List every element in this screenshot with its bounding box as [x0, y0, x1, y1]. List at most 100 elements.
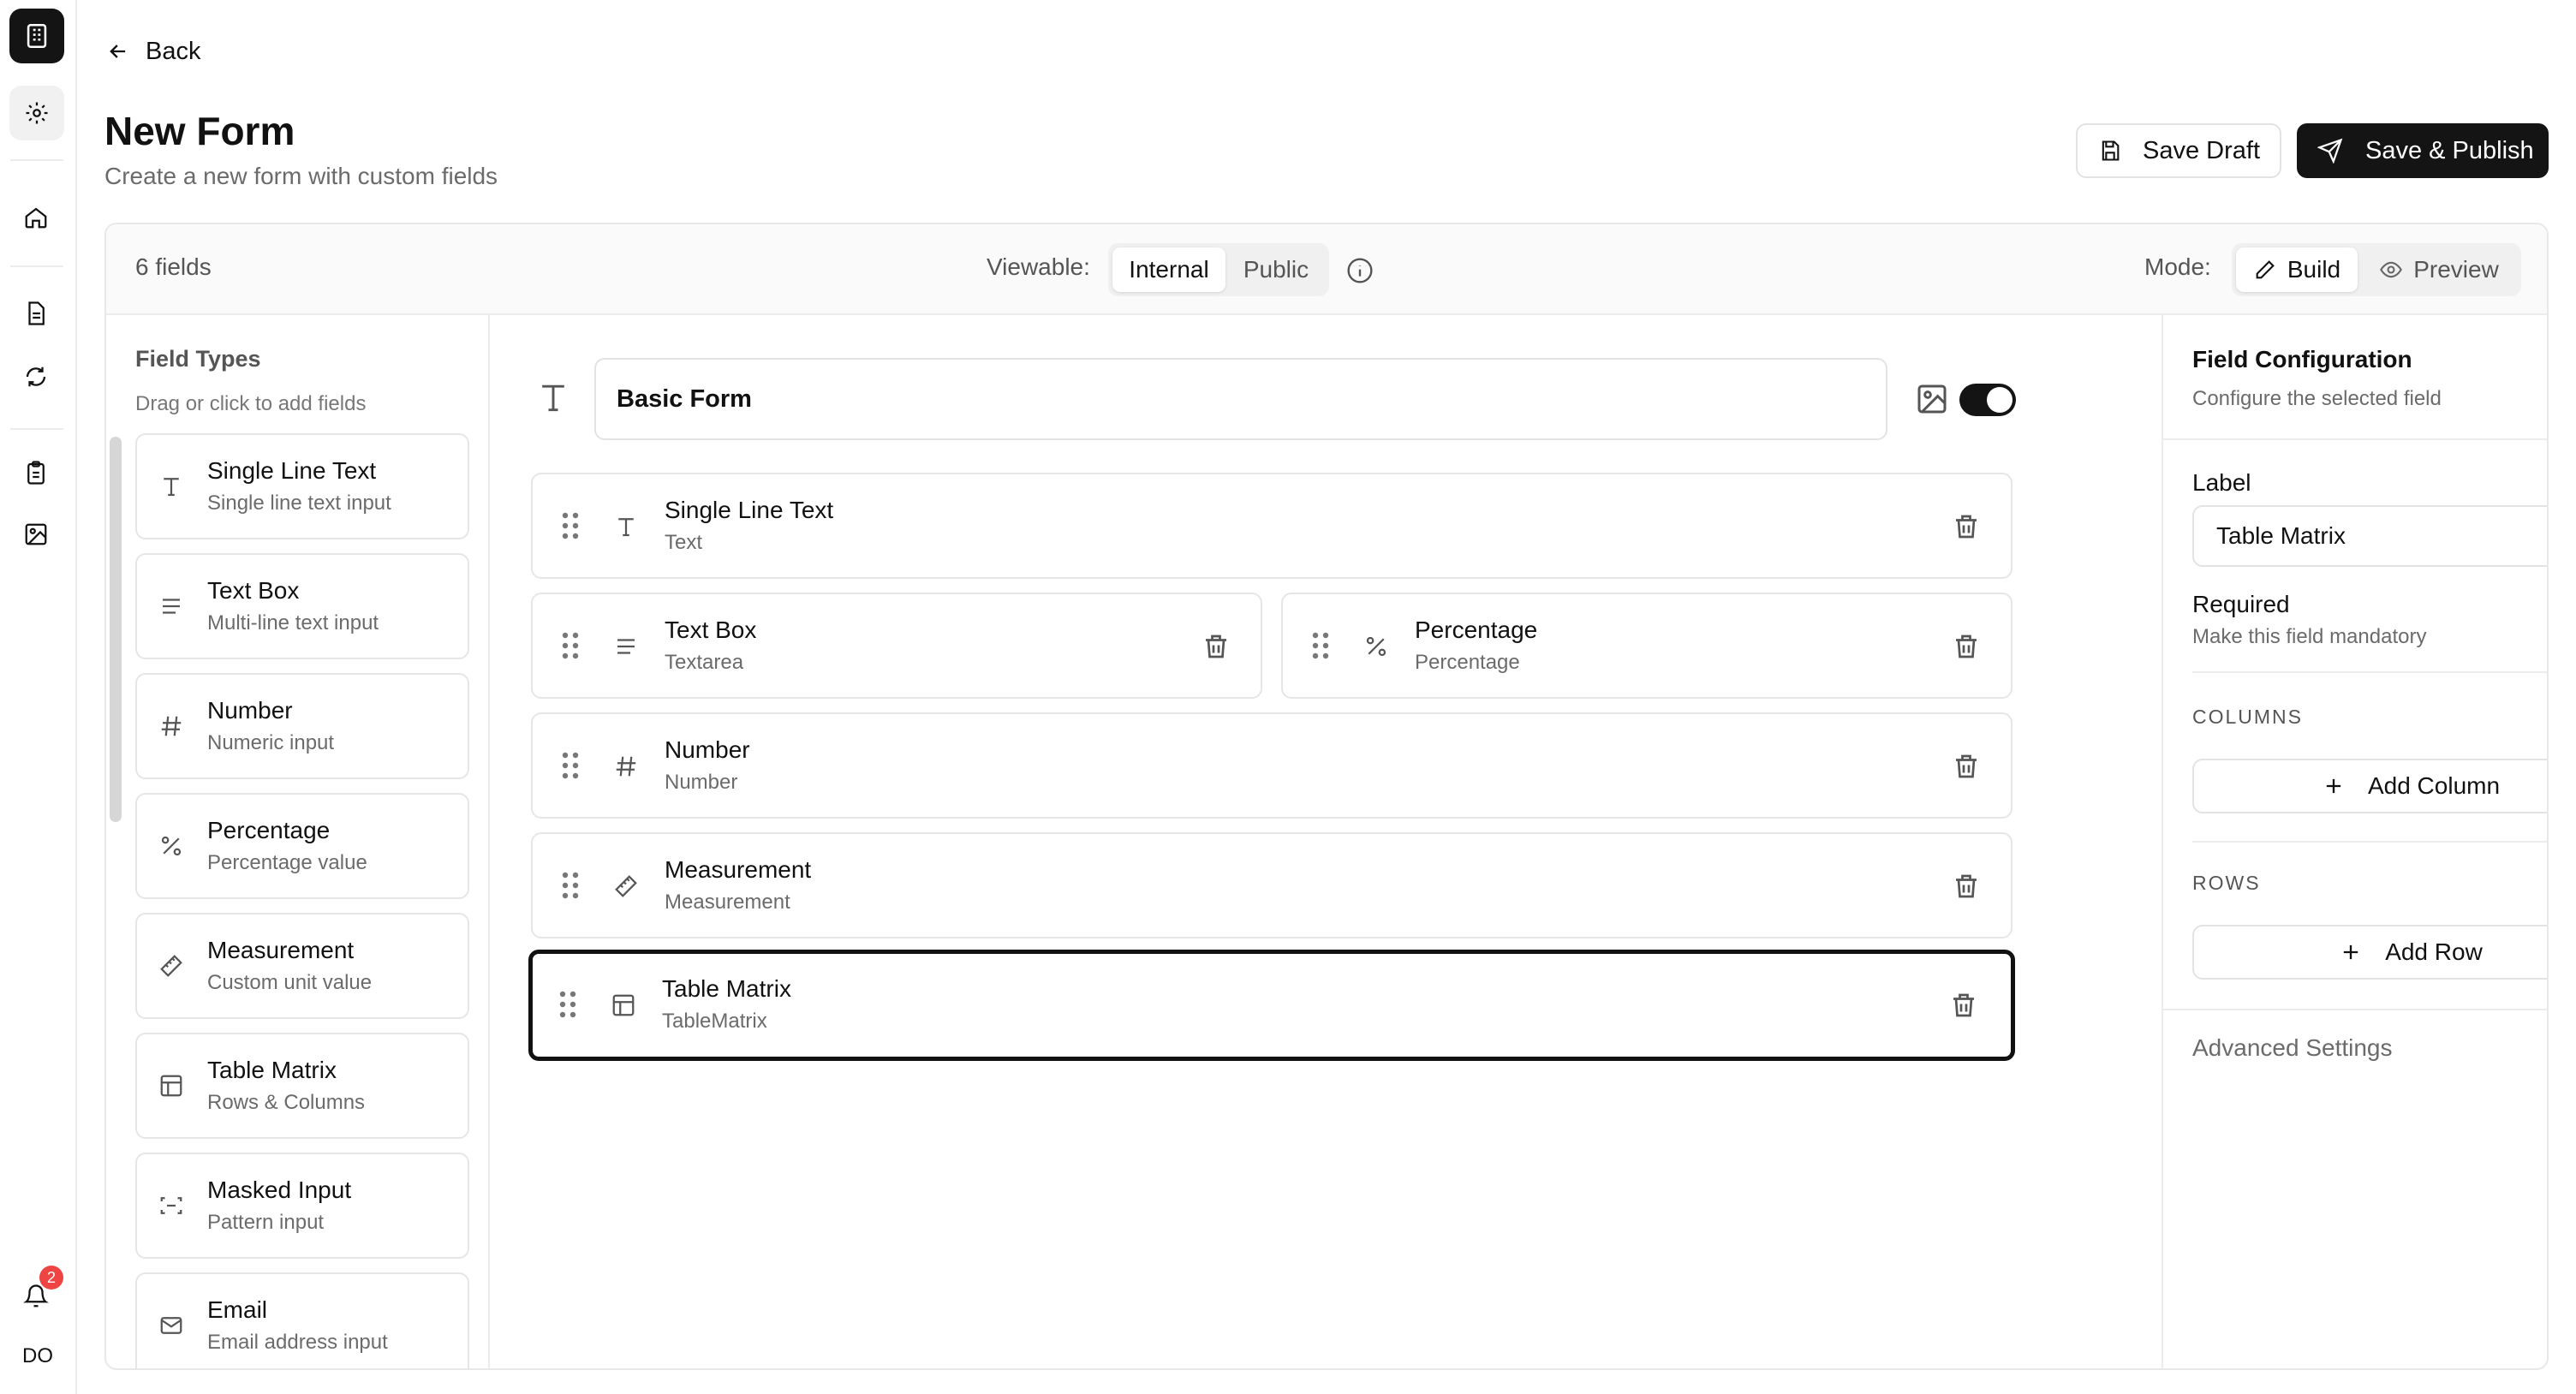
home-icon[interactable]: [19, 200, 53, 235]
field-type-desc: Numeric input: [207, 731, 335, 754]
form-title-input[interactable]: Basic Form: [594, 358, 1887, 440]
app-logo-button[interactable]: [9, 9, 64, 63]
form-field-measurement[interactable]: Measurement Measurement: [531, 832, 2012, 938]
field-type-email[interactable]: Email Email address input: [135, 1272, 469, 1368]
mode-build-label: Build: [2287, 256, 2341, 283]
label-input[interactable]: Table Matrix: [2192, 505, 2547, 567]
back-link[interactable]: Back: [106, 33, 200, 70]
percent-icon: [1360, 630, 1392, 663]
drag-handle-icon[interactable]: [562, 632, 579, 659]
text-icon: [156, 471, 187, 502]
rows-heading: ROWS: [2192, 872, 2261, 894]
field-types-scrollbar[interactable]: [110, 437, 122, 822]
add-row-label: Add Row: [2385, 938, 2483, 965]
field-config-panel: Field Configuration Configure the select…: [2162, 315, 2547, 1368]
form-field-number[interactable]: Number Number: [531, 712, 2012, 819]
table-icon: [156, 1070, 187, 1101]
field-name: Measurement: [665, 856, 812, 883]
notification-badge: 2: [39, 1266, 63, 1290]
field-type: Measurement: [665, 891, 790, 914]
field-type-name: Text Box: [207, 577, 300, 604]
field-type-name: Table Matrix: [207, 1057, 337, 1083]
avatar[interactable]: DO: [15, 1341, 60, 1372]
field-type-desc: Multi-line text input: [207, 611, 379, 634]
field-name: Number: [665, 736, 750, 763]
builder-toolbar: 6 fields Viewable: Internal Public Mode:…: [106, 224, 2547, 315]
mode-preview-option[interactable]: Preview: [2362, 247, 2516, 292]
field-name: Single Line Text: [665, 497, 834, 523]
add-row-button[interactable]: Add Row: [2192, 925, 2547, 980]
drag-handle-icon[interactable]: [562, 872, 579, 899]
required-heading: Required: [2192, 591, 2290, 617]
info-icon[interactable]: [1346, 257, 1374, 284]
save-draft-button[interactable]: Save Draft: [2076, 123, 2281, 178]
settings-button[interactable]: [9, 86, 64, 140]
field-name: Percentage: [1415, 617, 1538, 643]
advanced-settings-toggle[interactable]: Advanced Settings: [2192, 1034, 2393, 1062]
lines-icon: [610, 630, 642, 663]
viewable-internal-option[interactable]: Internal: [1112, 247, 1225, 292]
columns-heading: COLUMNS: [2192, 706, 2304, 728]
trash-icon[interactable]: [1951, 510, 1982, 543]
trash-icon[interactable]: [1201, 630, 1231, 663]
config-subtitle: Configure the selected field: [2192, 387, 2442, 410]
field-type-percentage[interactable]: Percentage Percentage value: [135, 793, 469, 899]
mode-build-option[interactable]: Build: [2236, 247, 2358, 292]
image-icon[interactable]: [1915, 382, 1949, 416]
field-type-name: Number: [207, 697, 293, 724]
viewable-toggle: Internal Public: [1108, 243, 1329, 296]
trash-icon[interactable]: [1948, 989, 1979, 1022]
field-type-desc: Percentage value: [207, 851, 367, 874]
back-label: Back: [146, 37, 201, 65]
form-field-table-matrix[interactable]: Table Matrix TableMatrix: [528, 950, 2015, 1061]
trash-icon[interactable]: [1951, 750, 1982, 783]
field-type-text-box[interactable]: Text Box Multi-line text input: [135, 553, 469, 659]
hash-icon: [610, 750, 642, 783]
clipboard-icon[interactable]: [19, 456, 53, 490]
building-icon: [27, 23, 47, 49]
drag-handle-icon[interactable]: [562, 752, 579, 779]
lines-icon: [156, 591, 187, 622]
app-rail: 2 DO: [0, 0, 77, 1394]
pencil-icon: [2256, 260, 2275, 279]
trash-icon[interactable]: [1951, 630, 1982, 663]
save-publish-button[interactable]: Save & Publish: [2297, 123, 2549, 178]
header-toggle[interactable]: [1959, 384, 2016, 416]
document-icon[interactable]: [19, 296, 53, 331]
field-types-panel: Field Types Drag or click to add fields …: [106, 315, 490, 1368]
scan-icon: [156, 1190, 187, 1221]
plus-icon: [2326, 778, 2341, 794]
form-field-single-line-text[interactable]: Single Line Text Text: [531, 473, 2012, 579]
field-type-name: Percentage: [207, 817, 331, 843]
arrow-left-icon: [110, 45, 126, 58]
viewable-public-option[interactable]: Public: [1228, 247, 1324, 292]
plus-icon: [2344, 944, 2358, 960]
fields-count: 6 fields: [135, 253, 212, 280]
field-type-desc: Rows & Columns: [207, 1091, 366, 1114]
send-icon: [2317, 138, 2343, 164]
drag-handle-icon[interactable]: [559, 991, 576, 1018]
form-field-percentage[interactable]: Percentage Percentage: [1281, 593, 2012, 699]
field-type-table-matrix[interactable]: Table Matrix Rows & Columns: [135, 1033, 469, 1139]
field-type-desc: Pattern input: [207, 1211, 325, 1234]
field-type-name: Email: [207, 1296, 268, 1323]
config-title: Field Configuration: [2192, 346, 2412, 372]
mode-toggle: Build Preview: [2232, 243, 2521, 296]
drag-handle-icon[interactable]: [562, 512, 579, 539]
field-name: Table Matrix: [662, 975, 791, 1002]
drag-handle-icon[interactable]: [1312, 632, 1329, 659]
refresh-icon[interactable]: [19, 360, 53, 394]
field-type-masked-input[interactable]: Masked Input Pattern input: [135, 1153, 469, 1259]
trash-icon[interactable]: [1951, 870, 1982, 903]
add-column-button[interactable]: Add Column: [2192, 759, 2547, 813]
field-type: Percentage: [1415, 651, 1520, 674]
field-type: Textarea: [665, 651, 744, 674]
field-type-single-line-text[interactable]: Single Line Text Single line text input: [135, 433, 469, 539]
field-type: Text: [665, 531, 703, 554]
field-type-number[interactable]: Number Numeric input: [135, 673, 469, 779]
field-type-measurement[interactable]: Measurement Custom unit value: [135, 913, 469, 1019]
form-field-text-box[interactable]: Text Box Textarea: [531, 593, 1262, 699]
mode-label: Mode:: [2144, 253, 2211, 280]
field-type: TableMatrix: [662, 1010, 767, 1033]
image-icon[interactable]: [19, 517, 53, 551]
